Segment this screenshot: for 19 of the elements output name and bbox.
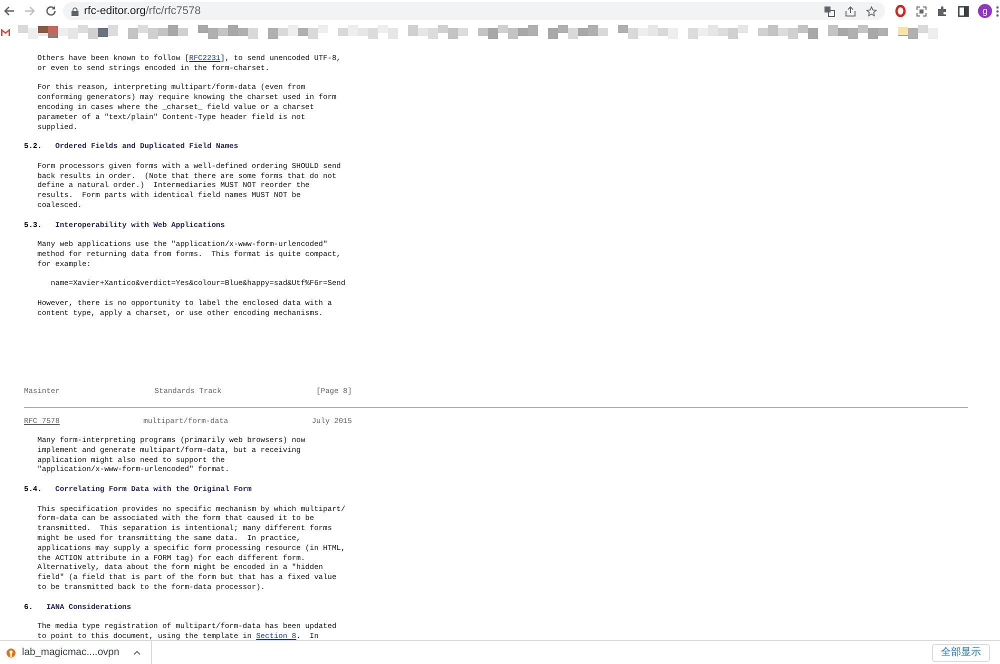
address-bar[interactable]: rfc-editor.org/rfc/rfc7578 <box>63 2 885 20</box>
side-panel-icon[interactable] <box>958 6 969 16</box>
reload-icon[interactable] <box>45 5 57 17</box>
puzzle-icon[interactable] <box>937 6 948 16</box>
download-item[interactable]: lab_magicmac....ovpn <box>0 641 152 664</box>
back-icon[interactable] <box>3 5 15 17</box>
star-icon[interactable] <box>866 6 877 16</box>
lock-icon <box>71 6 79 16</box>
scan-icon[interactable] <box>916 6 927 16</box>
ring-icon[interactable] <box>895 5 906 17</box>
share-icon[interactable] <box>845 6 856 16</box>
mail-icon[interactable] <box>1 28 10 36</box>
translate-icon[interactable] <box>824 6 835 16</box>
menu-icon[interactable] <box>996 6 999 16</box>
url-text: rfc-editor.org/rfc/rfc7578 <box>84 4 201 19</box>
profile-avatar[interactable]: g <box>978 4 992 18</box>
file-name: lab_magicmac....ovpn <box>22 646 120 660</box>
caret-icon[interactable] <box>133 650 142 655</box>
show-all-button[interactable]: 全部显示 <box>932 644 990 662</box>
